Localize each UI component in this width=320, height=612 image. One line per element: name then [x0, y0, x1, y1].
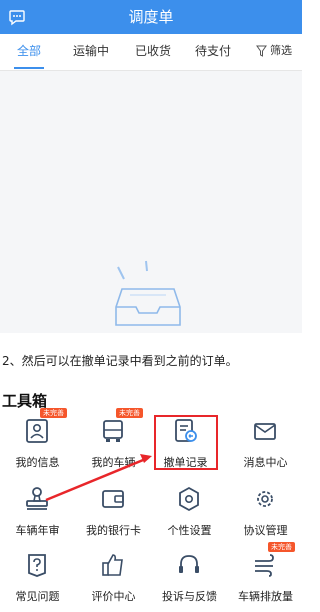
- page-title: 调度单: [128, 8, 174, 26]
- tool-label: 消息中心: [243, 456, 288, 469]
- tool-bank-card[interactable]: 我的银行卡: [76, 486, 151, 546]
- wallet-icon: [102, 490, 124, 508]
- thumbs-up-icon: [102, 554, 123, 576]
- order-list-area: [0, 71, 302, 333]
- tool-label: 车辆年审: [15, 524, 60, 537]
- tool-review-center[interactable]: 评价中心: [76, 552, 151, 612]
- incomplete-badge: 未完善: [40, 408, 67, 418]
- tool-label: 协议管理: [243, 524, 288, 537]
- highlight-box: [154, 415, 218, 470]
- help-doc-icon: [28, 554, 46, 577]
- gear-icon: [257, 491, 273, 507]
- tool-complaint-feedback[interactable]: 投诉与反馈: [152, 552, 227, 612]
- tool-label: 我的信息: [15, 456, 60, 469]
- headset-icon: [179, 555, 199, 573]
- tool-personal-settings[interactable]: 个性设置: [152, 486, 227, 546]
- tab-pending-payment[interactable]: 待支付: [188, 34, 238, 68]
- hexagon-settings-icon: [179, 486, 199, 512]
- instruction-caption: 2、然后可以在撤单记录中看到之前的订单。: [2, 354, 238, 368]
- empty-box-icon: [115, 260, 181, 326]
- tool-my-info[interactable]: 未完善 我的信息: [0, 408, 75, 478]
- active-tab-indicator: [14, 67, 44, 69]
- tab-all[interactable]: 全部: [10, 34, 48, 68]
- stamp-icon: [26, 487, 48, 510]
- tool-label: 我的车辆: [91, 456, 136, 469]
- incomplete-badge: 未完善: [116, 408, 143, 418]
- bus-icon: [103, 420, 123, 442]
- tool-label: 我的银行卡: [86, 524, 141, 537]
- tool-message-center[interactable]: 消息中心: [228, 418, 303, 478]
- wind-icon: [255, 554, 274, 577]
- app-header: 调度单: [0, 0, 302, 34]
- mail-icon: [254, 423, 276, 440]
- tool-agreement-management[interactable]: 协议管理: [228, 486, 303, 546]
- tool-vehicle-inspection[interactable]: 车辆年审: [0, 486, 75, 546]
- tool-my-vehicle[interactable]: 未完善 我的车辆: [76, 408, 151, 478]
- tool-label: 个性设置: [167, 524, 212, 537]
- incomplete-badge: 未完善: [268, 542, 295, 552]
- tab-received[interactable]: 已收货: [128, 34, 178, 68]
- tool-vehicle-emissions[interactable]: 未完善 车辆排放量: [228, 542, 303, 612]
- filter-label: 筛选: [270, 44, 292, 57]
- filter-icon: [256, 45, 267, 57]
- tab-in-transit[interactable]: 运输中: [66, 34, 116, 68]
- order-tabs: 全部 运输中 已收货 待支付 筛选: [0, 34, 302, 71]
- id-card-icon: [26, 419, 48, 443]
- tool-faq[interactable]: 常见问题: [0, 552, 75, 612]
